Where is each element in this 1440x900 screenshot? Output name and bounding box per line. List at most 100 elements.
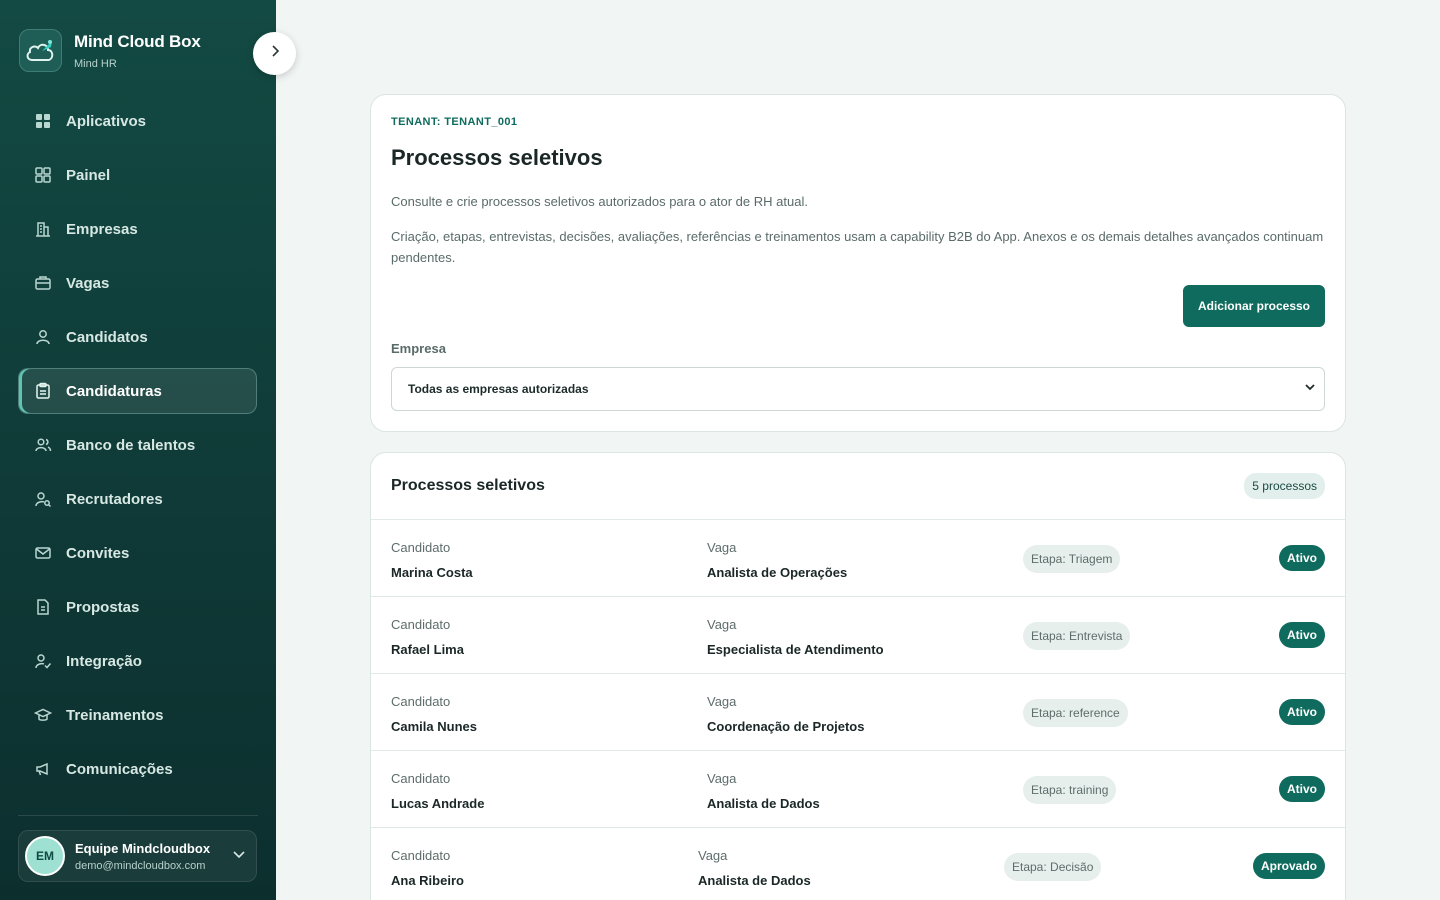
table-row[interactable]: Candidato Lucas Andrade Vaga Analista de… [371,751,1345,828]
chevron-down-icon [1304,380,1316,398]
table-row[interactable]: Candidato Ana Ribeiro Vaga Analista de D… [371,828,1345,900]
chevron-right-icon [268,44,282,63]
user-menu[interactable]: EM Equipe Mindcloudbox demo@mindcloudbox… [18,830,257,882]
user-search-icon [33,489,53,509]
sidebar-item-label: Empresas [66,220,138,238]
job-name: Analista de Dados [707,796,820,811]
mail-icon [33,543,53,563]
process-list-card: Processos seletivos 5 processos Candidat… [370,452,1346,900]
stage-badge: Etapa: Decisão [1004,853,1102,881]
candidate-name: Marina Costa [391,565,473,580]
page-note: Criação, etapas, entrevistas, decisões, … [391,229,1324,265]
chevron-down-icon [232,847,246,866]
brand[interactable]: Mind Cloud Box Mind HR [19,29,201,72]
clipboard-icon [33,381,53,401]
megaphone-icon [33,759,53,779]
user-icon [33,327,53,347]
company-select[interactable]: Todas as empresas autorizadas [391,367,1325,411]
sidebar-item-label: Painel [66,166,111,184]
sidebar-toggle-button[interactable] [253,32,296,75]
sidebar-item-label: Banco de talentos [66,436,196,454]
candidate-name: Lucas Andrade [391,796,485,811]
sidebar-item-label: Propostas [66,598,140,616]
sidebar-item-label: Candidaturas [66,382,162,400]
candidate-name: Rafael Lima [391,642,464,657]
job-name: Analista de Operações [707,565,848,580]
document-icon [33,597,53,617]
job-name: Analista de Dados [698,873,811,888]
sidebar-item-label: Recrutadores [66,490,163,508]
stage-badge: Etapa: Triagem [1023,545,1121,573]
job-label: Vaga [707,617,737,632]
table-row[interactable]: Candidato Rafael Lima Vaga Especialista … [371,597,1345,674]
process-header-card: TENANT: TENANT_001 Processos seletivos C… [370,94,1346,432]
candidate-name: Ana Ribeiro [391,873,464,888]
table-row[interactable]: Candidato Camila Nunes Vaga Coordenação … [371,674,1345,751]
tenant-label: TENANT: TENANT_001 [391,116,518,128]
sidebar-item-integracao[interactable]: Integração [18,638,257,684]
candidate-label: Candidato [391,540,451,555]
company-label: Empresa [391,341,446,356]
status-badge: Ativo [1279,545,1325,571]
users-icon [33,435,53,455]
dashboard-icon [33,165,53,185]
sidebar-item-aplicativos[interactable]: Aplicativos [18,98,257,144]
sidebar-item-painel[interactable]: Painel [18,152,257,198]
candidate-label: Candidato [391,694,451,709]
company-select-value: Todas as empresas autorizadas [408,382,589,396]
stage-badge: Etapa: reference [1023,699,1128,727]
cloud-rocket-icon [19,29,62,72]
list-title: Processos seletivos [391,477,545,494]
user-name: Equipe Mindcloudbox [75,840,211,856]
sidebar-item-candidatos[interactable]: Candidatos [18,314,257,360]
graduation-cap-icon [33,705,53,725]
page-description: Consulte e crie processos seletivos auto… [391,194,808,209]
stage-badge: Etapa: training [1023,776,1117,804]
sidebar-item-label: Vagas [66,274,110,292]
sidebar-item-empresas[interactable]: Empresas [18,206,257,252]
page-title: Processos seletivos [391,145,603,170]
sidebar-item-label: Comunicações [66,760,173,778]
job-label: Vaga [707,540,737,555]
briefcase-icon [33,273,53,293]
sidebar-item-propostas[interactable]: Propostas [18,584,257,630]
sidebar-divider [18,815,258,816]
job-label: Vaga [698,848,728,863]
candidate-label: Candidato [391,617,451,632]
sidebar: Mind Cloud Box Mind HR Aplicativos Paine… [0,0,276,900]
brand-subtitle: Mind HR [74,57,117,70]
apps-grid-icon [33,111,53,131]
candidate-label: Candidato [391,848,451,863]
job-name: Especialista de Atendimento [707,642,884,657]
add-process-button[interactable]: Adicionar processo [1182,285,1325,327]
sidebar-item-label: Treinamentos [66,706,164,724]
status-badge: Ativo [1279,699,1325,725]
sidebar-item-comunicacoes[interactable]: Comunicações [18,746,257,792]
job-name: Coordenação de Projetos [707,719,865,734]
sidebar-nav: Aplicativos Painel Empresas Vagas Candid… [18,98,257,800]
brand-title: Mind Cloud Box [74,31,201,51]
sidebar-item-label: Aplicativos [66,112,147,130]
count-badge: 5 processos [1244,473,1325,499]
user-email: demo@mindcloudbox.com [75,859,206,872]
candidate-name: Camila Nunes [391,719,477,734]
stage-badge: Etapa: Entrevista [1023,622,1131,650]
status-badge: Aprovado [1252,853,1325,879]
candidate-label: Candidato [391,771,451,786]
building-icon [33,219,53,239]
sidebar-item-candidaturas[interactable]: Candidaturas [18,368,257,414]
job-label: Vaga [707,694,737,709]
sidebar-item-treinamentos[interactable]: Treinamentos [18,692,257,738]
sidebar-item-banco-de-talentos[interactable]: Banco de talentos [18,422,257,468]
table-row[interactable]: Candidato Marina Costa Vaga Analista de … [371,520,1345,597]
sidebar-item-convites[interactable]: Convites [18,530,257,576]
user-check-icon [33,651,53,671]
sidebar-item-label: Integração [66,652,142,670]
avatar: EM [25,836,65,876]
sidebar-item-recrutadores[interactable]: Recrutadores [18,476,257,522]
job-label: Vaga [707,771,737,786]
status-badge: Ativo [1279,622,1325,648]
status-badge: Ativo [1279,776,1325,802]
sidebar-item-vagas[interactable]: Vagas [18,260,257,306]
sidebar-item-label: Candidatos [66,328,148,346]
